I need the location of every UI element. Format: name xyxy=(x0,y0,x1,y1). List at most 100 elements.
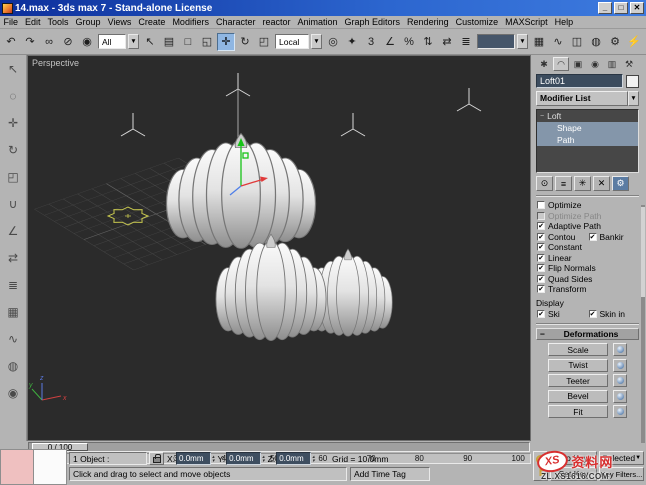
deformation-button[interactable]: Bevel xyxy=(548,389,608,403)
select-and-link-icon[interactable]: ∞ xyxy=(40,33,58,51)
modify-tab[interactable]: ◠ xyxy=(553,57,569,71)
coordinate-input[interactable]: 0.0mm xyxy=(276,452,312,465)
checkbox-row[interactable]: ✔ Bankir xyxy=(588,232,640,243)
create-tab[interactable]: ✱ xyxy=(536,57,552,71)
reference-coordinate-dropdown[interactable]: Local xyxy=(275,34,309,49)
material-editor-icon[interactable]: ◍ xyxy=(587,33,605,51)
snap-toggle-3d-icon[interactable]: 3 xyxy=(362,33,380,51)
motion-tab[interactable]: ◉ xyxy=(587,57,603,71)
checkbox[interactable]: ✔ xyxy=(537,264,545,273)
percent-snap-icon[interactable]: % xyxy=(400,33,418,51)
mirror-icon[interactable]: ⇄ xyxy=(438,33,456,51)
angle-snap-icon[interactable]: ∠ xyxy=(381,33,399,51)
select-cursor-icon[interactable]: ↖ xyxy=(3,59,23,79)
stack-entry[interactable]: Shape xyxy=(537,122,638,134)
checkbox-row[interactable]: Optimize Path xyxy=(536,211,639,222)
checkbox[interactable]: ✔ xyxy=(537,285,545,294)
render-icon[interactable]: ◍ xyxy=(3,356,23,376)
checkbox[interactable]: ✔ xyxy=(588,309,597,318)
selection-filter-arrow-icon[interactable]: ▼ xyxy=(128,34,139,49)
menu-item[interactable]: Rendering xyxy=(404,17,453,27)
set-keys-button[interactable] xyxy=(533,451,548,481)
spinner-buttons[interactable]: ▴ ▾ xyxy=(212,454,215,463)
curve-icon[interactable]: ∿ xyxy=(3,329,23,349)
viewport-canvas[interactable]: x y z xyxy=(28,56,530,440)
checkbox-row[interactable]: ✔ Constant xyxy=(536,242,639,253)
deformation-button[interactable]: Scale xyxy=(548,343,608,356)
window-crossing-icon[interactable]: ◱ xyxy=(198,33,216,51)
bind-to-space-warp-icon[interactable]: ◉ xyxy=(78,33,96,51)
configure-modifier-sets-button[interactable]: ⚙ xyxy=(612,176,629,191)
deformation-light-toggle[interactable] xyxy=(613,358,627,372)
checkbox[interactable]: ✔ xyxy=(537,222,545,231)
checkbox[interactable]: ✔ xyxy=(537,309,545,318)
render-scene-icon[interactable]: ⚙ xyxy=(606,33,624,51)
coordinate-input[interactable]: 0.0mm xyxy=(226,452,262,465)
selection-lock-button[interactable] xyxy=(149,452,164,465)
display-tab[interactable]: ▥ xyxy=(604,57,620,71)
angle-icon[interactable]: ∠ xyxy=(3,221,23,241)
scrollbar-thumb[interactable] xyxy=(641,207,645,297)
menu-item[interactable]: MAXScript xyxy=(502,17,552,27)
maximize-button[interactable]: □ xyxy=(614,2,628,14)
unlink-selection-icon[interactable]: ⊘ xyxy=(59,33,77,51)
viewport-label[interactable]: Perspective xyxy=(32,58,79,68)
set-key-button[interactable]: Set Key xyxy=(550,467,597,481)
menu-item[interactable]: Graph Editors xyxy=(341,17,404,27)
use-pivot-center-icon[interactable]: ◎ xyxy=(324,33,342,51)
align-icon[interactable]: ≣ xyxy=(3,275,23,295)
remove-modifier-button[interactable]: ✕ xyxy=(593,176,610,191)
snap-magnet-icon[interactable]: ∪ xyxy=(3,194,23,214)
pin-stack-button[interactable]: ⊙ xyxy=(536,176,553,191)
rotate-icon[interactable]: ↻ xyxy=(3,140,23,160)
show-end-result-button[interactable]: ≡ xyxy=(555,176,572,191)
menu-item[interactable]: Modifiers xyxy=(169,17,213,27)
select-and-scale-icon[interactable]: ◰ xyxy=(255,33,273,51)
align-icon[interactable]: ≣ xyxy=(457,33,475,51)
macro-recorder-pane[interactable] xyxy=(0,449,34,485)
scale-icon[interactable]: ◰ xyxy=(3,167,23,187)
menu-item[interactable]: File xyxy=(0,17,22,27)
menu-item[interactable]: Tools xyxy=(44,17,72,27)
deformation-button[interactable]: Fit xyxy=(548,405,608,418)
mirror-icon[interactable]: ⇄ xyxy=(3,248,23,268)
checkbox-row[interactable]: ✔ Ski xyxy=(536,309,588,320)
checkbox[interactable] xyxy=(537,211,545,220)
select-by-name-icon[interactable]: ▤ xyxy=(160,33,178,51)
utilities-tab[interactable]: ⚒ xyxy=(621,57,637,71)
deformations-rollout-header[interactable]: − Deformations xyxy=(536,328,639,340)
select-and-manipulate-icon[interactable]: ✦ xyxy=(343,33,361,51)
minimize-button[interactable]: _ xyxy=(598,2,612,14)
checkbox-row[interactable]: ✔ Quad Sides xyxy=(536,274,639,285)
region-icon[interactable]: ◌ xyxy=(3,86,23,106)
deformation-button[interactable]: Teeter xyxy=(548,374,608,387)
close-button[interactable]: ✕ xyxy=(630,2,644,14)
select-object-icon[interactable]: ↖ xyxy=(141,33,159,51)
loft-object-front[interactable] xyxy=(215,233,327,342)
menu-item[interactable]: Character xyxy=(212,17,259,27)
hierarchy-tab[interactable]: ▣ xyxy=(570,57,586,71)
deformation-light-toggle[interactable] xyxy=(613,374,627,387)
checkbox[interactable]: ✔ xyxy=(537,253,545,262)
menu-item[interactable]: Group xyxy=(72,17,104,27)
menu-item[interactable]: Customize xyxy=(452,17,502,27)
key-filters-button[interactable]: Key Filters... xyxy=(599,467,644,481)
maxscript-mini-listener[interactable] xyxy=(0,449,67,485)
checkbox-row[interactable]: ✔ Linear xyxy=(536,253,639,264)
add-time-tag[interactable]: Add Time Tag xyxy=(350,467,430,481)
selection-filter-dropdown[interactable]: All xyxy=(98,34,126,49)
expand-icon[interactable]: − xyxy=(540,113,544,120)
checkbox-row[interactable]: ✔ Transform xyxy=(536,284,639,295)
checkbox[interactable]: ✔ xyxy=(537,274,545,283)
deformation-button[interactable]: Twist xyxy=(548,358,608,372)
listener-pane[interactable] xyxy=(34,449,67,485)
deformation-light-toggle[interactable] xyxy=(613,405,627,418)
stack-entry[interactable]: − Loft xyxy=(537,110,638,122)
checkbox[interactable]: ✔ xyxy=(537,243,545,252)
grid-icon[interactable]: ▦ xyxy=(3,302,23,322)
quick-render-icon[interactable]: ⚡ xyxy=(625,33,643,51)
spinner-buttons[interactable]: ▴ ▾ xyxy=(312,454,315,463)
modifier-list-arrow-icon[interactable]: ▼ xyxy=(628,91,639,106)
menu-item[interactable]: reactor xyxy=(259,17,294,27)
menu-item[interactable]: Edit xyxy=(22,17,45,27)
